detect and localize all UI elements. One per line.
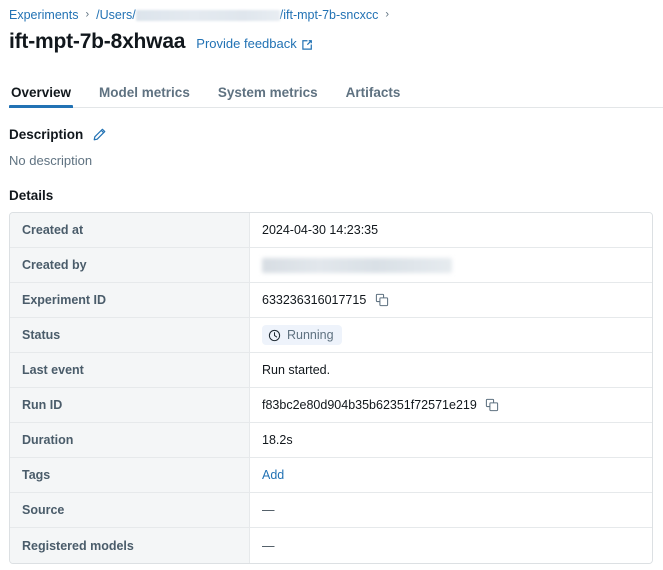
status-badge-label: Running [287, 328, 334, 342]
details-table: Created at 2024-04-30 14:23:35 Created b… [9, 212, 653, 564]
table-row: Tags Add [10, 458, 652, 493]
row-label-run-id: Run ID [10, 388, 250, 422]
breadcrumb-item-experiment-name[interactable]: /ift-mpt-7b-sncxcc [280, 8, 379, 22]
table-row: Created by [10, 248, 652, 283]
breadcrumb-separator-trailing-icon: › [385, 8, 390, 20]
row-label-tags: Tags [10, 458, 250, 492]
row-label-source: Source [10, 493, 250, 527]
details-heading: Details [9, 188, 54, 203]
description-body: No description [9, 153, 93, 168]
copy-icon[interactable] [374, 293, 389, 308]
breadcrumb-item-experiments[interactable]: Experiments [9, 8, 78, 22]
breadcrumb-separator-icon: › [85, 8, 90, 20]
provide-feedback-link[interactable]: Provide feedback [196, 36, 312, 51]
run-details-page: Experiments › /Users/ /ift-mpt-7b-sncxcc… [0, 0, 663, 570]
page-title-row: ift-mpt-7b-8xhwaa Provide feedback [9, 30, 313, 54]
row-label-created-at: Created at [10, 213, 250, 247]
tab-system-metrics[interactable]: System metrics [216, 85, 320, 108]
table-row: Last event Run started. [10, 353, 652, 388]
table-row: Created at 2024-04-30 14:23:35 [10, 213, 652, 248]
experiment-id-text: 633236316017715 [262, 293, 367, 307]
row-value-created-at: 2024-04-30 14:23:35 [250, 213, 652, 247]
row-label-registered-models: Registered models [10, 528, 250, 563]
page-title: ift-mpt-7b-8xhwaa [9, 30, 186, 53]
table-row: Registered models — [10, 528, 652, 563]
clock-icon [268, 329, 281, 342]
row-label-experiment-id: Experiment ID [10, 283, 250, 317]
row-value-run-id: f83bc2e80d904b35b62351f72571e219 [250, 388, 652, 422]
description-heading: Description [9, 126, 84, 142]
table-row: Experiment ID 633236316017715 [10, 283, 652, 318]
row-value-source: — [250, 493, 652, 527]
row-value-tags: Add [250, 458, 652, 492]
row-value-status: Running [250, 318, 652, 352]
copy-icon[interactable] [485, 398, 500, 413]
row-value-last-event: Run started. [250, 353, 652, 387]
tab-bar: Overview Model metrics System metrics Ar… [9, 78, 663, 108]
add-tag-link[interactable]: Add [262, 468, 284, 482]
description-header: Description [9, 126, 107, 142]
table-row: Source — [10, 493, 652, 528]
row-value-experiment-id: 633236316017715 [250, 283, 652, 317]
table-row: Status Running [10, 318, 652, 353]
status-badge: Running [262, 325, 342, 345]
provide-feedback-label: Provide feedback [196, 36, 297, 51]
row-value-registered-models: — [250, 528, 652, 563]
tab-artifacts[interactable]: Artifacts [344, 85, 403, 108]
row-label-duration: Duration [10, 423, 250, 457]
redacted-user-value [262, 257, 452, 273]
external-link-icon [301, 39, 313, 51]
row-label-created-by: Created by [10, 248, 250, 282]
breadcrumb-item-user-path-prefix[interactable]: /Users/ [96, 8, 136, 22]
table-row: Run ID f83bc2e80d904b35b62351f72571e219 [10, 388, 652, 423]
row-label-last-event: Last event [10, 353, 250, 387]
tab-model-metrics[interactable]: Model metrics [97, 85, 192, 108]
breadcrumb-redacted-username [135, 9, 280, 21]
run-id-text: f83bc2e80d904b35b62351f72571e219 [262, 398, 477, 412]
pencil-icon[interactable] [91, 126, 107, 142]
tab-overview[interactable]: Overview [9, 85, 74, 108]
breadcrumb: Experiments › /Users/ /ift-mpt-7b-sncxcc… [9, 8, 396, 22]
row-value-duration: 18.2s [250, 423, 652, 457]
table-row: Duration 18.2s [10, 423, 652, 458]
row-value-created-by [250, 248, 652, 282]
row-label-status: Status [10, 318, 250, 352]
